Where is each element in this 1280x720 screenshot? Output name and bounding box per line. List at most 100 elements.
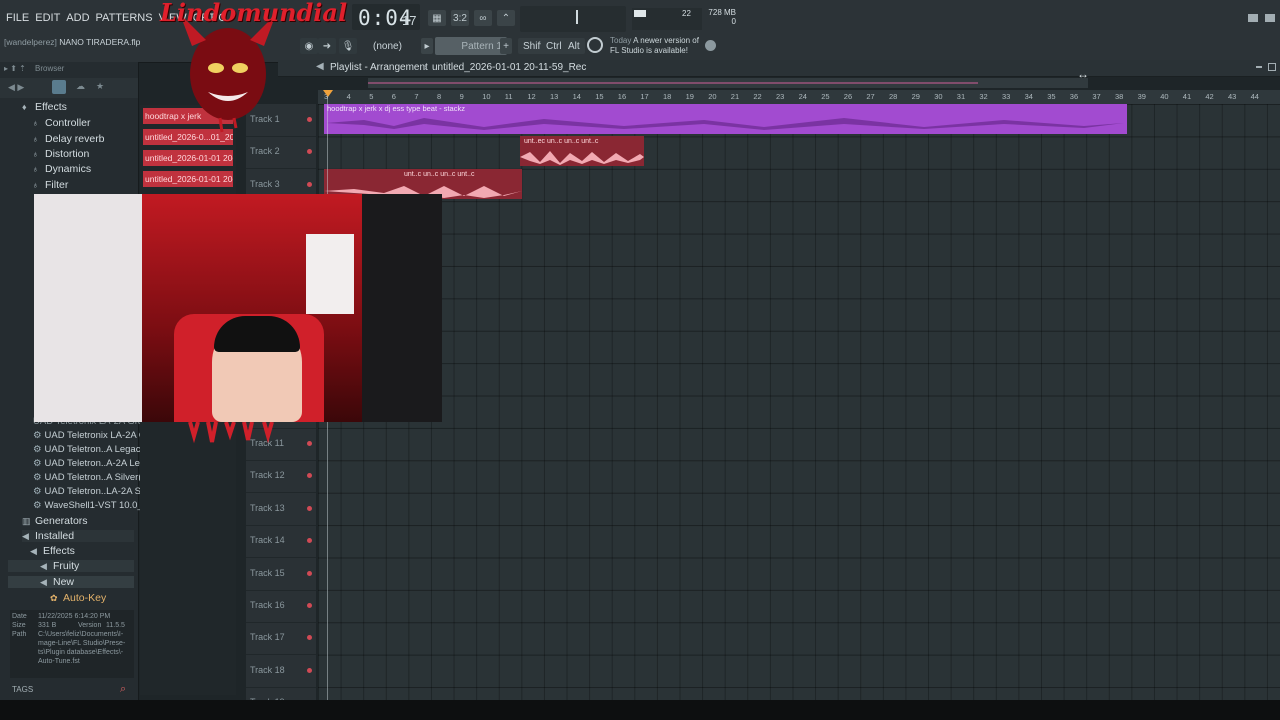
forward-icon[interactable]: ➜	[318, 38, 336, 54]
ruler-tick: 8	[437, 92, 442, 101]
ruler-tick: 21	[730, 92, 740, 101]
browser-star-icon[interactable]: ★	[96, 81, 104, 92]
pattern-item[interactable]: untitled_2026-01-01 20-...	[143, 150, 233, 166]
track-mute-led-icon[interactable]	[307, 181, 312, 187]
ruler-tick: 34	[1024, 92, 1033, 101]
tree-controller[interactable]: ♁ Controller	[32, 117, 91, 129]
drip-icon	[188, 421, 274, 444]
audio-clip-group-t2[interactable]: unt..ec un..c un..c unt..c	[520, 136, 644, 166]
ruler-tick: 33	[1002, 92, 1011, 101]
microphone-icon[interactable]: 🎙	[339, 38, 357, 54]
tree-dynamics[interactable]: ♁ Dynamics	[32, 163, 91, 175]
ruler-tick: 32	[979, 92, 988, 101]
metronome-icon[interactable]: ⌃	[497, 10, 515, 26]
browser-nav-icons[interactable]: ▸ ⬆ ⇡	[4, 64, 26, 73]
typing-keyboard-icon[interactable]: ▦	[428, 10, 446, 26]
playlist-minimize-icon[interactable]	[1256, 66, 1262, 68]
track-mute-led-icon[interactable]	[307, 473, 312, 479]
ruler-tick: 10	[482, 92, 491, 101]
track-header[interactable]: Track 2	[246, 136, 316, 170]
menu-edit[interactable]: EDIT	[35, 12, 60, 24]
version-value: 11.5.5	[106, 622, 125, 629]
track-header[interactable]: Track 17	[246, 622, 316, 656]
gear-icon: ⚙	[33, 430, 42, 441]
playlist-maximize-icon[interactable]	[1268, 63, 1276, 71]
path-line: ts\Plugin database\Effects\-	[38, 649, 124, 656]
track-mute-led-icon[interactable]	[307, 149, 312, 155]
maximize-icon[interactable]	[1265, 14, 1275, 22]
alt-key[interactable]: Alt	[563, 38, 585, 54]
record-icon[interactable]: ◉	[300, 38, 318, 54]
ruler-tick: 39	[1137, 92, 1146, 101]
menu-add[interactable]: ADD	[66, 12, 89, 24]
menu-file[interactable]: FILE	[6, 12, 29, 24]
snap-select[interactable]: (none)	[368, 38, 407, 54]
timeline-ruler[interactable]: 3 4 5 6 7 8 9 10 11 12 13 14 15 16 17 18 19 20 21 22 23 24 25 2…	[318, 90, 1280, 105]
tags-label[interactable]: TAGS	[12, 685, 33, 694]
track-mute-led-icon[interactable]	[307, 635, 312, 641]
date-label: Date	[12, 613, 27, 620]
ruler-tick: 29	[911, 92, 920, 101]
tree-effects[interactable]: ♦ Effects	[22, 101, 67, 113]
clip-waveform	[326, 118, 1124, 130]
track-header[interactable]: Track 14	[246, 525, 316, 559]
browser-cloud-icon[interactable]: ☁	[76, 81, 85, 92]
add-pattern-icon[interactable]: +	[500, 38, 512, 54]
ruler-tick: 9	[459, 92, 464, 101]
track-mute-led-icon[interactable]	[307, 570, 312, 576]
ruler-tick: 25	[821, 92, 830, 101]
playlist-grid[interactable]: hoodtrap x jerk x dj ess type beat - sta…	[318, 104, 1280, 700]
clip-labels-t3: unt..c un..c un..c unt..c	[404, 171, 475, 178]
playlist-arrow-icon[interactable]: ◀	[316, 61, 324, 72]
pattern-selector[interactable]: Pattern 1	[435, 37, 507, 55]
size-value: 331 B	[38, 622, 57, 629]
cpu-value: 22	[682, 9, 691, 18]
track-header[interactable]: Track 15	[246, 558, 316, 591]
track-header[interactable]: Track 12	[246, 460, 316, 494]
track-header[interactable]: Track 13	[246, 493, 316, 526]
webcam-hat	[214, 316, 300, 352]
tree-generators[interactable]: ▥ Generators	[22, 515, 88, 527]
tree-delay-reverb[interactable]: ♁ Delay reverb	[32, 133, 105, 145]
news-line1: A newer version of	[633, 36, 699, 45]
ruler-tick: 31	[956, 92, 966, 101]
tree-new[interactable]: ◀ New	[8, 576, 134, 588]
track-header[interactable]: Track 16	[246, 590, 316, 623]
track-mute-led-icon[interactable]	[307, 538, 312, 544]
audio-clip-main[interactable]: hoodtrap x jerk x dj ess type beat - sta…	[324, 104, 1127, 134]
track-name: Track 17	[250, 632, 285, 643]
clip-labels-t2: unt..ec un..c un..c unt..c	[524, 138, 599, 145]
menu-patterns[interactable]: PATTERNS	[96, 12, 153, 24]
loop-record-icon[interactable]: ∞	[474, 10, 492, 26]
tree-filter[interactable]: ♁ Filter	[32, 179, 68, 191]
gear-icon: ⚙	[33, 472, 42, 483]
online-icon[interactable]	[705, 40, 716, 51]
track-header[interactable]: Track 18	[246, 655, 316, 688]
size-label: Size	[12, 622, 26, 629]
news-panel[interactable]: Today A newer version of FL Studio is av…	[610, 36, 699, 56]
track-mute-led-icon[interactable]	[307, 505, 312, 511]
track-mute-led-icon[interactable]	[307, 441, 312, 446]
track-mute-led-icon[interactable]	[307, 603, 312, 608]
step-edit-icon[interactable]: 3:2	[451, 10, 469, 26]
path-line: mage-Line\FL Studio\Prese-	[38, 640, 126, 647]
scrollbar-thumb[interactable]	[368, 82, 978, 84]
browser-plugin-filter-icon[interactable]	[52, 80, 66, 94]
minimize-icon[interactable]	[1248, 14, 1258, 22]
track-mute-led-icon[interactable]	[307, 117, 312, 122]
pattern-item[interactable]: untitled_2026-01-01 20-...	[143, 171, 233, 187]
track-mute-led-icon[interactable]	[307, 667, 312, 673]
tree-auto-key[interactable]: ✿ Auto-Key	[50, 592, 106, 604]
search-icon[interactable]: ⌕	[120, 683, 126, 696]
browser-back-icon[interactable]: ◀ ▶	[8, 82, 24, 93]
news-icon[interactable]	[587, 37, 603, 53]
playhead-marker-icon[interactable]	[323, 90, 333, 97]
play-pattern-icon[interactable]: ▸	[421, 38, 433, 54]
tree-fruity[interactable]: ◀ Fruity	[8, 560, 134, 572]
tree-distortion[interactable]: ♁ Distortion	[32, 148, 89, 160]
playlist-scrollbar[interactable]	[368, 78, 1088, 88]
tree-installed[interactable]: ◀ Installed	[22, 530, 134, 542]
tree-installed-effects[interactable]: ◀ Effects	[30, 545, 75, 557]
plugin-item[interactable]: ⚙ UAD Teletron..A Silver(m)	[33, 472, 153, 483]
time-display[interactable]: 0:04 17	[352, 4, 420, 30]
